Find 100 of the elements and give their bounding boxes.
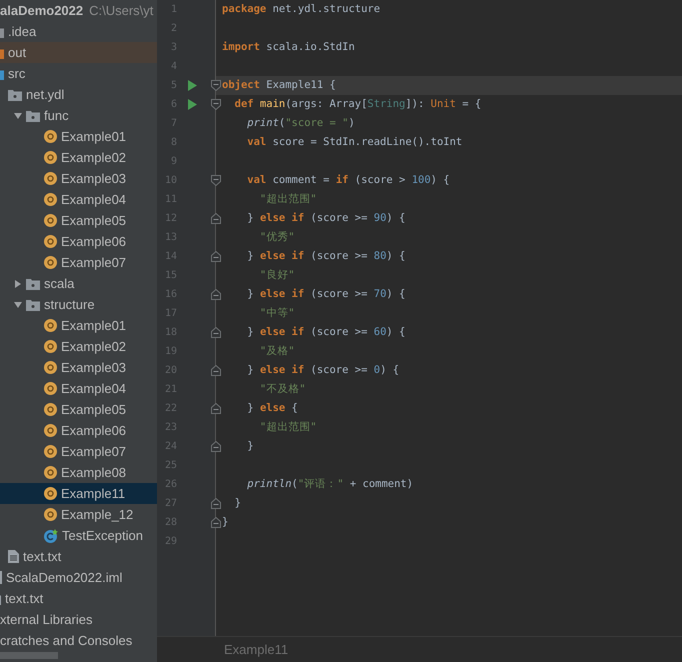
collapsed-arrow-icon[interactable]	[14, 280, 22, 288]
tree-item[interactable]: Example04	[0, 378, 157, 399]
tree-item[interactable]: Example05	[0, 210, 157, 231]
scrollbar[interactable]	[0, 652, 58, 659]
class-icon	[44, 528, 58, 542]
tree-item[interactable]: Example_12	[0, 504, 157, 525]
breadcrumb-item[interactable]: Example11	[224, 640, 288, 660]
object-icon	[44, 256, 57, 269]
object-icon	[44, 403, 57, 416]
fold-marker-icon[interactable]	[211, 403, 221, 414]
tree-item[interactable]: alaDemo2022 C:\Users\yt	[0, 0, 157, 21]
object-icon	[44, 172, 57, 185]
tree-item-label: Example06	[61, 232, 126, 251]
tree-item-label: text.txt	[5, 590, 44, 608]
tree-item[interactable]: Example08	[0, 462, 157, 483]
code-line: def main(args: Array[String]): Unit = {	[234, 97, 482, 112]
tree-item[interactable]: Example06	[0, 231, 157, 252]
tree-item-label: Example05	[61, 212, 126, 230]
object-icon	[44, 340, 57, 353]
tree-item[interactable]: ScalaDemo2022.iml	[0, 567, 157, 588]
fold-marker-icon[interactable]	[211, 251, 221, 262]
tree-item-label: TestException	[62, 526, 143, 545]
fold-marker-icon[interactable]	[211, 498, 221, 509]
code-line: val comment = if (score > 100) {	[246, 173, 450, 188]
code-line: }	[234, 496, 241, 511]
tree-item-label: Example04	[61, 380, 126, 398]
code-line: } else {	[246, 401, 298, 416]
object-icon	[44, 445, 57, 458]
tree-item[interactable]: Example02	[0, 147, 157, 168]
tree-item-label: xternal Libraries	[0, 610, 92, 629]
tree-item[interactable]: Example04	[0, 189, 157, 210]
tree-item[interactable]: Example07	[0, 441, 157, 462]
fold-marker-icon[interactable]	[211, 365, 221, 376]
code-line: print("score = ")	[246, 116, 355, 131]
fold-marker-icon[interactable]	[211, 175, 221, 186]
tree-item[interactable]: net.ydl	[0, 84, 157, 105]
object-icon	[44, 424, 57, 437]
tree-item[interactable]: xternal Libraries	[0, 609, 157, 630]
tree-item[interactable]: TestException	[0, 525, 157, 546]
tree-item[interactable]: text.txt	[0, 588, 157, 609]
tree-item-label: Example01	[61, 128, 126, 146]
object-icon	[44, 382, 57, 395]
run-icon[interactable]	[188, 99, 196, 110]
tree-item[interactable]: Example03	[0, 168, 157, 189]
run-icon[interactable]	[188, 80, 196, 91]
code-line: } else if (score >= 80) {	[246, 249, 406, 264]
code-line: "超出范围"	[258, 420, 317, 435]
tree-item-label: Example02	[61, 338, 126, 356]
object-icon	[44, 130, 57, 143]
fold-marker-icon[interactable]	[211, 213, 221, 224]
code-line: val score = StdIn.readLine().toInt	[246, 135, 462, 150]
tree-item-label: alaDemo2022	[0, 2, 84, 20]
tree-item[interactable]: func	[0, 105, 157, 126]
fold-marker-icon[interactable]	[211, 517, 221, 528]
tree-item[interactable]: out	[0, 42, 157, 63]
fold-marker-icon[interactable]	[211, 99, 221, 110]
expanded-arrow-icon[interactable]	[14, 112, 22, 120]
tree-item[interactable]: scala	[0, 273, 157, 294]
tree-item-label: text.txt	[23, 548, 62, 566]
tree-item[interactable]: cratches and Consoles	[0, 630, 157, 651]
object-icon	[44, 508, 57, 521]
tree-item-label: Example03	[61, 358, 126, 377]
fold-marker-icon[interactable]	[211, 441, 221, 452]
tree-item-label: func	[44, 106, 69, 125]
tree-item[interactable]: Example01	[0, 126, 157, 147]
object-icon	[44, 151, 57, 164]
tree-item-label: src	[8, 64, 26, 83]
code-line: object Example11 {	[222, 78, 336, 93]
code-line: } else if (score >= 60) {	[246, 325, 406, 340]
tree-item[interactable]: structure	[0, 294, 157, 315]
tree-item[interactable]: Example07	[0, 252, 157, 273]
code-line: "良好"	[258, 268, 295, 283]
tree-item[interactable]: Example05	[0, 399, 157, 420]
tree-item[interactable]: Example01	[0, 315, 157, 336]
tree-item[interactable]: text.txt	[0, 546, 157, 567]
tree-item-label: Example01	[61, 316, 126, 335]
tree-item-label: ScalaDemo2022.iml	[6, 568, 122, 587]
tree-item-label: Example07	[61, 442, 126, 461]
package-folder-icon	[26, 298, 40, 310]
code-line: } else if (score >= 70) {	[246, 287, 406, 302]
object-icon	[44, 487, 57, 500]
tree-item-label: scala	[44, 274, 74, 293]
tree-item[interactable]: Example02	[0, 336, 157, 357]
tree-item[interactable]: Example03	[0, 357, 157, 378]
code-line: "中等"	[258, 306, 295, 321]
tree-item[interactable]: .idea	[0, 21, 157, 42]
object-icon	[44, 466, 57, 479]
fold-marker-icon[interactable]	[211, 80, 221, 91]
tree-item[interactable]: Example11	[0, 483, 157, 504]
object-icon	[44, 214, 57, 227]
tree-item[interactable]: src	[0, 63, 157, 84]
tree-item[interactable]: Example06	[0, 420, 157, 441]
tree-item-label: Example03	[61, 170, 126, 188]
tree-item-label: cratches and Consoles	[0, 632, 132, 650]
expanded-arrow-icon[interactable]	[14, 300, 22, 308]
code-line: "不及格"	[258, 382, 306, 397]
fold-marker-icon[interactable]	[211, 327, 221, 338]
tree-item-label: Example04	[61, 190, 126, 209]
fold-marker-icon[interactable]	[211, 289, 221, 300]
code-line: println("评语：" + comment)	[246, 477, 414, 492]
